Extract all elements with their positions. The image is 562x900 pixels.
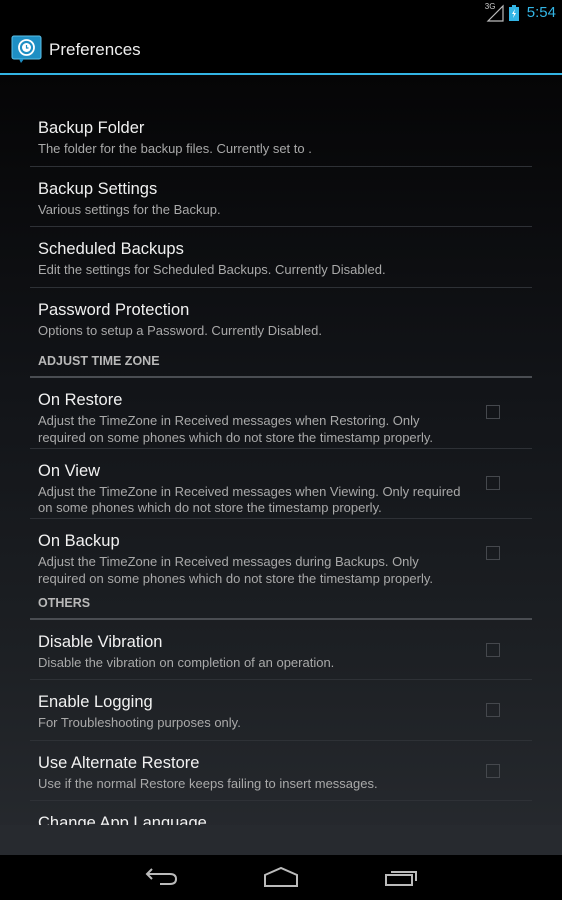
disable-vibration-checkbox[interactable] [486,642,500,657]
pref-title: Use Alternate Restore [38,753,200,772]
pref-backup-folder[interactable]: Backup Folder The folder for the backup … [30,106,532,167]
nav-bar [0,855,562,900]
pref-on-view[interactable]: On View Adjust the TimeZone in Received … [30,449,532,519]
pref-title: Backup Folder [38,119,145,137]
pref-summary: Options to setup a Password. Currently D… [38,322,322,338]
pref-password-protection[interactable]: Password Protection Options to setup a P… [30,288,532,349]
network-type-label: 3G [484,1,496,11]
on-restore-checkbox[interactable] [486,405,500,419]
signal-icon: 3G [484,1,505,22]
list-bottom-clip [0,825,562,855]
enable-logging-checkbox[interactable] [486,703,500,717]
pref-summary: Adjust the TimeZone in Received messages… [38,483,461,516]
pref-enable-logging[interactable]: Enable Logging For Troubleshooting purpo… [30,680,532,741]
home-icon[interactable] [262,865,302,891]
pref-title: Enable Logging [38,693,153,711]
action-bar: Preferences [0,25,562,75]
pref-summary: The folder for the backup files. Current… [38,141,312,156]
pref-title: Disable Vibration [38,632,163,651]
pref-title: On Restore [38,391,123,409]
pref-backup-settings[interactable]: Backup Settings Various settings for the… [30,167,532,227]
pref-summary: Disable the vibration on completion of a… [38,654,335,670]
pref-summary: Adjust the TimeZone in Received messages… [38,413,434,445]
pref-title: Scheduled Backups [38,240,184,258]
on-backup-checkbox[interactable] [486,546,500,560]
pref-summary: For Troubleshooting purposes only. [38,715,241,730]
recent-apps-icon[interactable] [383,865,423,891]
pref-title: Backup Settings [38,179,158,198]
page-title: Preferences [49,40,141,59]
pref-summary: Adjust the TimeZone in Received messages… [38,554,434,586]
use-alternate-restore-checkbox[interactable] [486,763,500,778]
app-backup-clock-icon[interactable] [11,35,43,65]
pref-on-restore[interactable]: On Restore Adjust the TimeZone in Receiv… [30,378,532,449]
pref-use-alternate-restore[interactable]: Use Alternate Restore Use if the normal … [30,741,532,801]
pref-summary: Various settings for the Backup. [38,201,221,217]
pref-title: On Backup [38,532,120,550]
battery-charging-icon [508,4,519,21]
on-view-checkbox[interactable] [486,475,500,490]
category-adjust-time-zone: ADJUST TIME ZONE [30,348,532,378]
pref-disable-vibration[interactable]: Disable Vibration Disable the vibration … [30,620,532,680]
clock: 5:54 [526,4,556,21]
back-icon[interactable] [142,865,182,891]
preferences-list-container[interactable]: Backup Folder The folder for the backup … [0,75,562,855]
pref-scheduled-backups[interactable]: Scheduled Backups Edit the settings for … [30,227,532,288]
pref-title: On View [38,461,101,480]
preferences-list: Backup Folder The folder for the backup … [30,106,532,841]
pref-summary: Use if the normal Restore keeps failing … [38,775,378,791]
pref-on-backup[interactable]: On Backup Adjust the TimeZone in Receive… [30,519,532,590]
category-others: OTHERS [30,590,532,620]
pref-summary: Edit the settings for Scheduled Backups.… [38,262,386,277]
status-bar: 3G 5:54 [0,0,562,25]
pref-title: Password Protection [38,300,190,319]
